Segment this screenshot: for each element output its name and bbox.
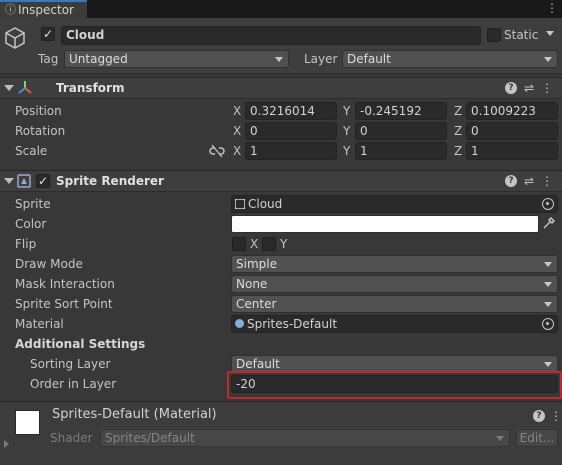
rotation-x-input[interactable]: 0	[245, 122, 337, 140]
sprite-value: Cloud	[248, 197, 283, 211]
material-panel-title: Sprites-Default (Material)	[52, 407, 217, 422]
scale-z-axis-label[interactable]: Z	[454, 142, 462, 160]
flip-y-label: Y	[280, 237, 288, 251]
scale-label: Scale	[15, 144, 48, 158]
position-z-input[interactable]: 0.1009223	[466, 102, 558, 120]
color-swatch[interactable]	[231, 215, 539, 233]
order-in-layer-label: Order in Layer	[30, 377, 117, 391]
link-broken-icon[interactable]	[209, 144, 225, 158]
help-icon[interactable]: ?	[505, 82, 517, 94]
chevron-down-icon	[544, 57, 552, 62]
flip-x-label: X	[250, 237, 259, 251]
tag-value: Untagged	[69, 52, 128, 66]
rotation-y-axis-label[interactable]: Y	[343, 122, 350, 140]
static-checkbox[interactable]	[487, 28, 501, 42]
material-label: Material	[15, 317, 64, 331]
kebab-menu-icon[interactable]: ⋮	[540, 174, 554, 188]
tag-label: Tag	[38, 52, 59, 66]
preset-sliders-icon[interactable]: ⇌	[522, 81, 536, 95]
foldout-arrow-icon[interactable]	[4, 440, 9, 448]
sorting-layer-value: Default	[236, 357, 280, 371]
material-preview-swatch	[15, 410, 40, 435]
draw-mode-value: Simple	[236, 257, 277, 271]
info-icon: ⓘ	[5, 3, 16, 16]
flip-x-checkbox[interactable]	[232, 237, 246, 251]
material-object-field[interactable]: Sprites-Default	[231, 315, 558, 333]
foldout-arrow-icon[interactable]	[4, 178, 14, 184]
rotation-y-input[interactable]: 0	[355, 122, 447, 140]
position-x-axis-label[interactable]: X	[233, 102, 241, 120]
sprite-label: Sprite	[15, 197, 51, 211]
help-icon[interactable]: ?	[505, 175, 517, 187]
kebab-menu-icon[interactable]: ⋮	[545, 1, 559, 15]
scale-y-input[interactable]: 1	[355, 142, 447, 160]
rotation-z-input[interactable]: 0	[466, 122, 558, 140]
shader-label: Shader	[50, 431, 93, 445]
active-checkbox[interactable]: ✓	[41, 27, 55, 41]
sprite-renderer-enabled-checkbox[interactable]: ✓	[36, 174, 50, 188]
mask-interaction-dropdown[interactable]: None	[231, 275, 558, 293]
flip-label: Flip	[15, 237, 37, 251]
scale-z-input[interactable]: 1	[466, 142, 558, 160]
shader-dropdown[interactable]: Sprites/Default	[100, 429, 510, 447]
position-label: Position	[15, 104, 62, 118]
chevron-down-icon	[544, 362, 552, 367]
sprite-object-field[interactable]: Cloud	[231, 195, 558, 213]
additional-settings-label[interactable]: Additional Settings	[15, 335, 145, 353]
help-icon[interactable]: ?	[533, 410, 545, 422]
sprite-renderer-icon	[17, 174, 31, 188]
cube-icon	[5, 27, 25, 49]
foldout-arrow-icon[interactable]	[4, 85, 14, 91]
gameobject-name-input[interactable]: Cloud	[61, 26, 481, 45]
material-value: Sprites-Default	[247, 317, 338, 331]
sprite-renderer-title: Sprite Renderer	[56, 174, 164, 188]
chevron-down-icon	[496, 436, 504, 441]
eyedropper-icon[interactable]	[542, 216, 556, 230]
position-x-input[interactable]: 0.3216014	[245, 102, 337, 120]
scale-x-axis-label[interactable]: X	[233, 142, 241, 160]
position-z-axis-label[interactable]: Z	[454, 102, 462, 120]
flip-y-checkbox[interactable]	[262, 237, 276, 251]
sprite-sort-point-value: Center	[236, 297, 277, 311]
layer-label: Layer	[304, 52, 338, 66]
rotation-label: Rotation	[15, 124, 66, 138]
static-label: Static	[504, 28, 539, 42]
sprite-sort-point-label: Sprite Sort Point	[15, 297, 113, 311]
tab-label: Inspector	[18, 3, 74, 17]
mask-interaction-label: Mask Interaction	[15, 277, 115, 291]
color-label: Color	[15, 217, 47, 231]
sprite-sort-point-dropdown[interactable]: Center	[231, 295, 558, 313]
shader-value: Sprites/Default	[105, 431, 195, 445]
rotation-z-axis-label[interactable]: Z	[454, 122, 462, 140]
draw-mode-label: Draw Mode	[15, 257, 83, 271]
tag-dropdown[interactable]: Untagged	[64, 50, 289, 68]
transform-axes-icon	[18, 81, 32, 94]
sprite-asset-icon	[235, 199, 245, 209]
material-sphere-icon	[235, 319, 244, 328]
position-y-input[interactable]: -0.245192	[355, 102, 447, 120]
scale-x-input[interactable]: 1	[245, 142, 337, 160]
draw-mode-dropdown[interactable]: Simple	[231, 255, 558, 273]
position-y-axis-label[interactable]: Y	[343, 102, 350, 120]
edit-shader-button[interactable]: Edit...	[516, 429, 558, 447]
chevron-down-icon	[275, 57, 283, 62]
preset-sliders-icon[interactable]: ⇌	[522, 174, 536, 188]
order-in-layer-input[interactable]: -20	[231, 375, 558, 393]
object-picker-icon[interactable]	[542, 198, 554, 210]
scale-y-axis-label[interactable]: Y	[343, 142, 350, 160]
kebab-menu-icon[interactable]: ⋮	[540, 81, 554, 95]
layer-value: Default	[347, 52, 391, 66]
sorting-layer-label: Sorting Layer	[30, 357, 111, 371]
chevron-down-icon	[544, 282, 552, 287]
chevron-down-icon	[544, 302, 552, 307]
chevron-down-icon	[544, 262, 552, 267]
object-picker-icon[interactable]	[542, 318, 554, 330]
tab-inspector[interactable]: ⓘ Inspector	[0, 0, 87, 18]
mask-interaction-value: None	[236, 277, 268, 291]
transform-title: Transform	[56, 81, 125, 95]
rotation-x-axis-label[interactable]: X	[233, 122, 241, 140]
layer-dropdown[interactable]: Default	[342, 50, 558, 68]
static-dropdown-arrow[interactable]	[546, 31, 554, 36]
kebab-menu-icon[interactable]: ⋮	[549, 409, 562, 423]
